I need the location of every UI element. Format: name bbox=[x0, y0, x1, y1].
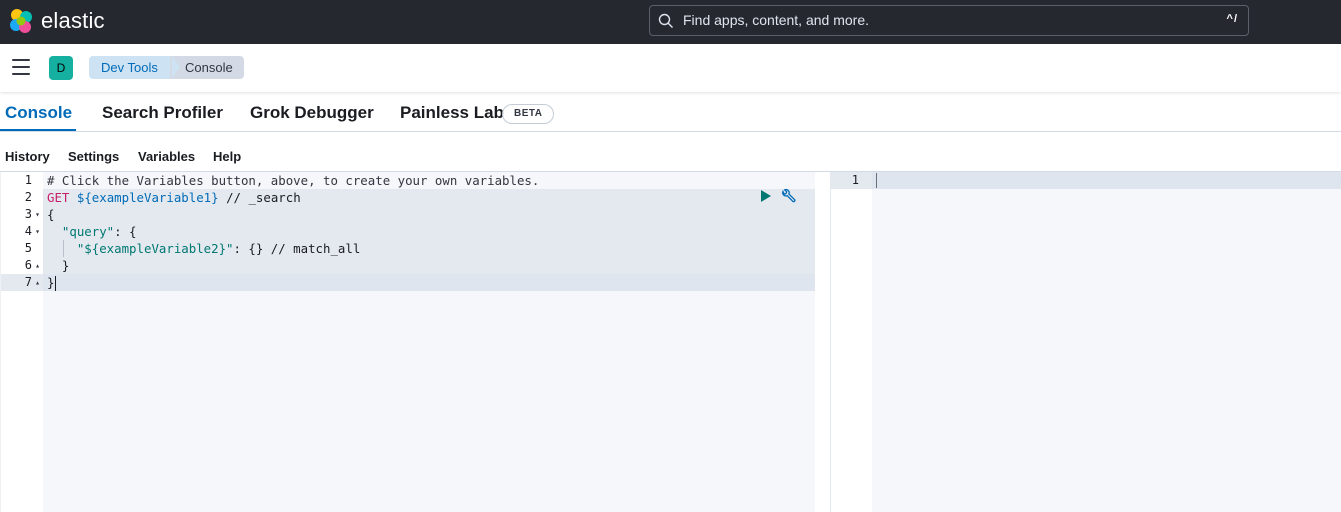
elastic-logo-icon[interactable] bbox=[8, 8, 34, 34]
code-area[interactable]: # Click the Variables button, above, to … bbox=[43, 172, 815, 512]
tab-painless-lab[interactable]: Painless Lab bbox=[400, 103, 504, 123]
line-number: 1 bbox=[24, 173, 32, 187]
search-placeholder: Find apps, content, and more. bbox=[683, 12, 869, 28]
top-header: elastic Find apps, content, and more. ^/ bbox=[0, 0, 1341, 44]
line-number: 7 ▴ bbox=[1, 274, 44, 291]
breadcrumb-bar: D Dev Tools Console bbox=[0, 44, 1341, 92]
code-line: } bbox=[43, 257, 815, 274]
output-active-line bbox=[831, 172, 1341, 189]
editor-gutter: 1 2 3 ▾ 4 ▾ 5 6 ▴ 7 ▴ bbox=[0, 172, 44, 512]
line-number: 3 ▾ bbox=[24, 206, 40, 223]
line-number: 4 ▾ bbox=[24, 223, 40, 240]
fold-toggle-icon[interactable]: ▾ bbox=[35, 206, 40, 223]
settings-button[interactable]: Settings bbox=[68, 149, 119, 164]
menu-toggle-icon[interactable] bbox=[12, 59, 30, 75]
tab-console[interactable]: Console bbox=[5, 103, 72, 123]
console-menu: History Settings Variables Help bbox=[0, 132, 1341, 172]
help-button[interactable]: Help bbox=[213, 149, 241, 164]
fold-toggle-icon[interactable]: ▾ bbox=[35, 223, 40, 240]
output-gutter bbox=[831, 172, 872, 512]
pane-resizer[interactable] bbox=[815, 172, 830, 512]
dev-tools-tabs: Console Search Profiler Grok Debugger Pa… bbox=[0, 92, 1341, 132]
line-number: 6 ▴ bbox=[24, 257, 40, 274]
wrench-icon[interactable] bbox=[779, 188, 797, 206]
fold-toggle-icon[interactable]: ▴ bbox=[35, 257, 40, 274]
line-number: 2 bbox=[24, 190, 32, 204]
code-line: } bbox=[43, 274, 815, 291]
play-icon[interactable] bbox=[761, 190, 771, 202]
code-line: "query": { bbox=[43, 223, 815, 240]
fold-toggle-icon[interactable]: ▴ bbox=[35, 274, 40, 291]
response-output[interactable]: 1 bbox=[830, 172, 1341, 512]
code-line: "${exampleVariable2}": {} // match_all bbox=[43, 240, 815, 257]
code-line: # Click the Variables button, above, to … bbox=[47, 173, 540, 188]
indent-guide bbox=[63, 240, 64, 257]
tab-search-profiler[interactable]: Search Profiler bbox=[102, 103, 223, 123]
tab-grok-debugger[interactable]: Grok Debugger bbox=[250, 103, 374, 123]
request-actions bbox=[761, 188, 801, 206]
space-avatar[interactable]: D bbox=[49, 56, 73, 80]
search-shortcut-badge: ^/ bbox=[1226, 13, 1238, 25]
output-cursor bbox=[876, 173, 877, 188]
text-cursor bbox=[55, 276, 56, 291]
beta-badge: BETA bbox=[502, 104, 555, 124]
brand-name[interactable]: elastic bbox=[41, 8, 105, 34]
breadcrumb-console: Console bbox=[170, 56, 244, 79]
code-line: GET ${exampleVariable1} // _search bbox=[43, 189, 815, 206]
breadcrumb-dev-tools[interactable]: Dev Tools bbox=[89, 56, 180, 79]
search-icon bbox=[658, 13, 673, 28]
variables-button[interactable]: Variables bbox=[138, 149, 195, 164]
global-search-input[interactable]: Find apps, content, and more. ^/ bbox=[649, 5, 1249, 36]
active-tab-indicator bbox=[0, 129, 76, 131]
code-line: { bbox=[43, 206, 815, 223]
history-button[interactable]: History bbox=[5, 149, 50, 164]
line-number: 5 bbox=[24, 241, 32, 255]
request-editor[interactable]: 1 2 3 ▾ 4 ▾ 5 6 ▴ 7 ▴ # Click the Variables … bbox=[0, 172, 815, 512]
output-line-number: 1 bbox=[831, 172, 872, 189]
